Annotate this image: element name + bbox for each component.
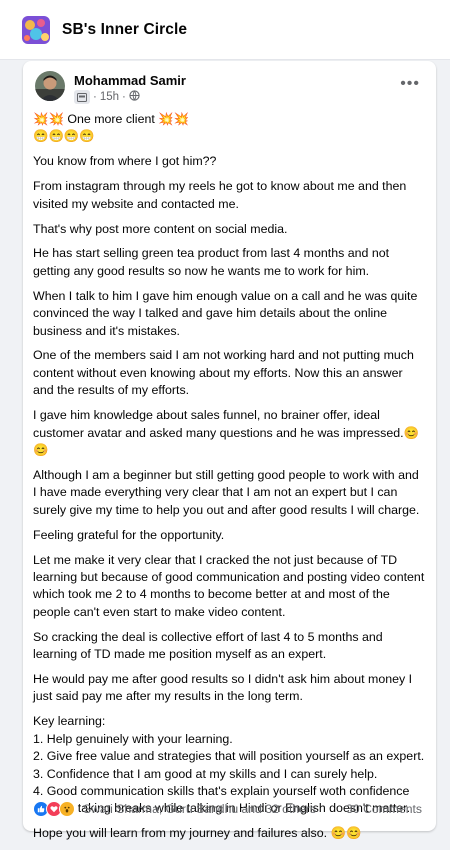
author-name[interactable]: Mohammad Samir xyxy=(74,73,186,88)
post-paragraph: Feeling grateful for the opportunity. xyxy=(33,527,225,542)
sparkle-emoji: 💥 xyxy=(173,112,190,126)
post-paragraph: He has start selling green tea product f… xyxy=(33,246,390,278)
post-text: I gave him knowledge about sales funnel,… xyxy=(33,408,404,440)
key-learning-title: Key learning: xyxy=(33,714,106,729)
comments-count-link[interactable]: 30 Comments xyxy=(346,802,422,816)
post-header: Mohammad Samir · 15h · ••• xyxy=(35,71,426,113)
globe-icon xyxy=(129,90,140,104)
more-options-button[interactable]: ••• xyxy=(400,76,420,92)
post-time[interactable]: 15h xyxy=(100,91,119,103)
reaction-icons[interactable] xyxy=(33,801,75,817)
post-paragraph: From instagram through my reels he got t… xyxy=(33,179,407,211)
post-footer: Swati Sharma, Guru Sandhu and 32 others … xyxy=(33,799,422,819)
key-learning-item: 3. Confidence that I am good at my skill… xyxy=(33,766,378,781)
post-paragraph: Although I am a beginner but still getti… xyxy=(33,467,420,517)
post-paragraph: That's why post more content on social m… xyxy=(33,221,288,236)
group-header: SB's Inner Circle xyxy=(0,0,450,60)
group-logo[interactable] xyxy=(22,15,50,44)
post-paragraph: One of the members said I am not working… xyxy=(33,348,414,398)
key-learning-item: 2. Give free value and strategies that w… xyxy=(33,749,425,764)
post-paragraph: When I talk to him I gave him enough val… xyxy=(33,288,418,338)
sparkle-emoji: 💥 xyxy=(33,112,49,126)
grin-emoji: 😁 xyxy=(48,129,64,144)
grin-emoji: 😁 xyxy=(63,129,80,144)
post-paragraph: Let me make it very clear that I cracked… xyxy=(33,552,425,619)
post-paragraph: You know from where I got him?? xyxy=(33,154,217,169)
post-paragraph: 💥💥 One more client 💥💥 xyxy=(33,111,425,128)
smile-emoji: 😊 xyxy=(403,425,419,440)
meta-separator: · xyxy=(122,91,126,103)
admin-badge-icon xyxy=(74,90,90,104)
post-meta: · 15h · xyxy=(74,90,140,104)
author-avatar[interactable] xyxy=(35,71,65,101)
smile-emoji: 😊 xyxy=(33,443,49,457)
group-name[interactable]: SB's Inner Circle xyxy=(62,21,187,39)
reacted-by-text[interactable]: Swati Sharma, Guru Sandhu and 32 others xyxy=(83,802,346,816)
emoji-row: 😁😁😁😁 xyxy=(33,128,425,145)
wow-icon xyxy=(59,801,75,817)
sparkle-emoji: 💥 xyxy=(48,112,64,126)
key-learning-item: 1. Help genuinely with your learning. xyxy=(33,731,233,746)
post-paragraph: I gave him knowledge about sales funnel,… xyxy=(33,407,425,459)
grin-emoji: 😁 xyxy=(79,129,95,144)
meta-separator: · xyxy=(93,91,97,103)
smile-emoji: 😊 xyxy=(345,826,362,841)
post-text: One more client xyxy=(67,112,155,126)
grin-emoji: 😁 xyxy=(33,129,49,144)
sparkle-emoji: 💥 xyxy=(158,112,174,126)
post-text: Hope you will learn from my journey and … xyxy=(33,826,328,841)
post-paragraph: He would pay me after good results so I … xyxy=(33,671,413,704)
smile-emoji: 😊 xyxy=(330,826,346,841)
post-paragraph: So cracking the deal is collective effor… xyxy=(33,629,383,662)
post-paragraph: Hope you will learn from my journey and … xyxy=(33,825,425,842)
post-body: 💥💥 One more client 💥💥 😁😁😁😁 You know from… xyxy=(33,111,425,850)
post-card: Mohammad Samir · 15h · ••• 💥💥 One more c… xyxy=(23,61,436,840)
